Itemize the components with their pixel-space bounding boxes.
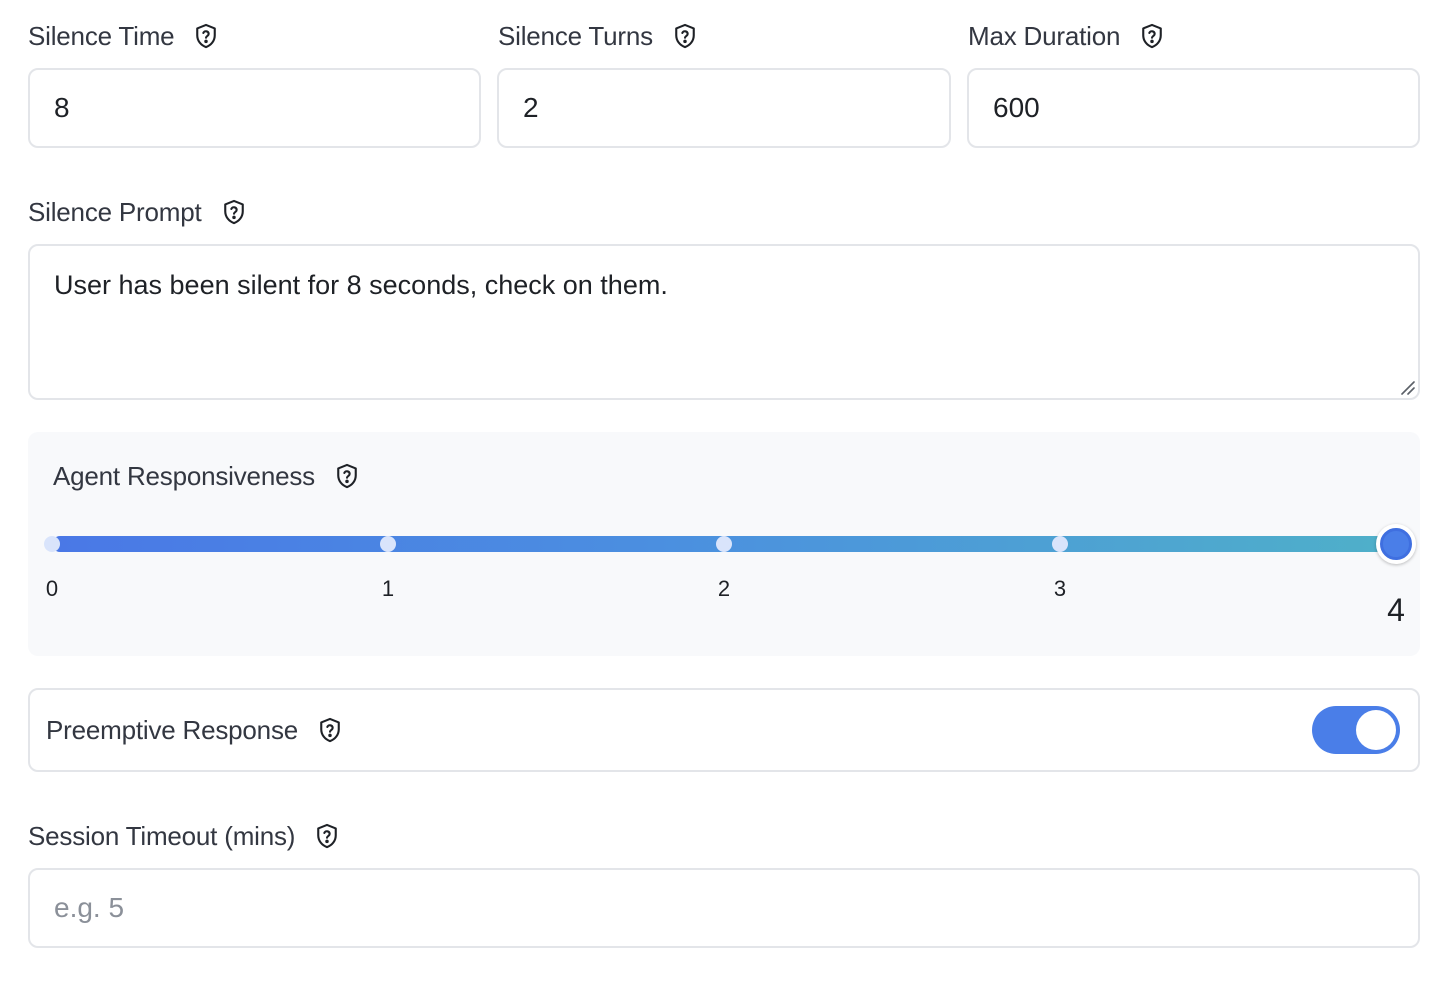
resize-handle-icon[interactable] bbox=[1398, 378, 1416, 396]
max-duration-input[interactable]: 600 bbox=[967, 68, 1420, 148]
slider-step-marker[interactable] bbox=[380, 536, 396, 552]
session-timeout-placeholder: e.g. 5 bbox=[54, 892, 125, 923]
slider-tick-label: 1 bbox=[381, 576, 395, 601]
shield-question-icon[interactable] bbox=[313, 822, 341, 850]
preemptive-response-toggle[interactable] bbox=[1312, 706, 1400, 754]
slider-tick-label: 0 bbox=[45, 576, 59, 601]
responsiveness-slider-thumb[interactable] bbox=[1376, 524, 1416, 564]
max-duration-label: Max Duration bbox=[968, 20, 1166, 52]
silence-prompt-label: Silence Prompt bbox=[28, 196, 248, 228]
shield-question-icon[interactable] bbox=[220, 198, 248, 226]
slider-step-marker[interactable] bbox=[44, 536, 60, 552]
preemptive-response-row: Preemptive Response bbox=[28, 688, 1420, 772]
slider-step-marker[interactable] bbox=[716, 536, 732, 552]
silence-turns-input[interactable]: 2 bbox=[497, 68, 951, 148]
session-timeout-label: Session Timeout (mins) bbox=[28, 820, 341, 852]
shield-question-icon[interactable] bbox=[333, 462, 361, 490]
shield-question-icon[interactable] bbox=[316, 716, 344, 744]
responsiveness-panel: Agent Responsiveness 0 1 2 3 4 bbox=[28, 432, 1420, 656]
shield-question-icon[interactable] bbox=[192, 22, 220, 50]
slider-step-marker[interactable] bbox=[1052, 536, 1068, 552]
slider-tick-label: 2 bbox=[717, 576, 731, 601]
silence-time-label: Silence Time bbox=[28, 20, 220, 52]
silence-time-input[interactable]: 8 bbox=[28, 68, 481, 148]
slider-tick-label-active: 4 bbox=[1387, 592, 1405, 628]
toggle-knob bbox=[1356, 710, 1396, 750]
slider-tick-label: 3 bbox=[1053, 576, 1067, 601]
silence-prompt-textarea[interactable]: User has been silent for 8 seconds, chec… bbox=[28, 244, 1420, 400]
shield-question-icon[interactable] bbox=[1138, 22, 1166, 50]
preemptive-response-label: Preemptive Response bbox=[46, 714, 344, 746]
responsiveness-label: Agent Responsiveness bbox=[53, 460, 361, 492]
shield-question-icon[interactable] bbox=[671, 22, 699, 50]
silence-turns-label: Silence Turns bbox=[498, 20, 699, 52]
session-timeout-input[interactable]: e.g. 5 bbox=[28, 868, 1420, 948]
